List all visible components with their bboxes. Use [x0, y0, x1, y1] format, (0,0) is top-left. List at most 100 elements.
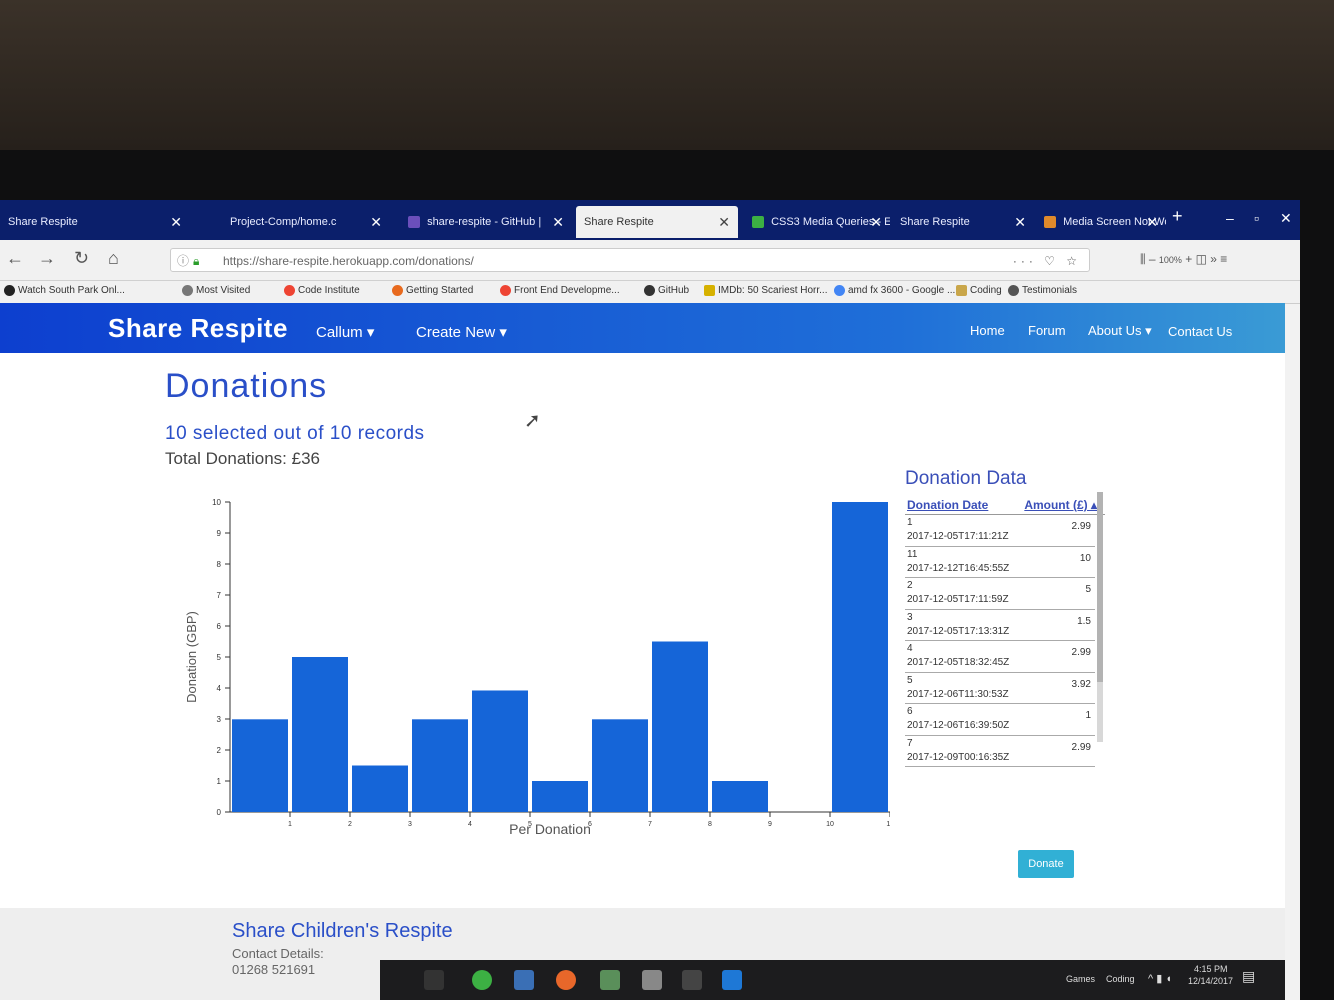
y-axis-label: Donation (GBP): [184, 611, 199, 703]
app-icon[interactable]: [600, 970, 620, 990]
nav-forum[interactable]: Forum: [1028, 323, 1066, 338]
nav-home[interactable]: Home: [970, 323, 1005, 338]
new-tab-button[interactable]: +: [1172, 206, 1183, 227]
site-header: Share Respite Callum ▾ Create New ▾ Home…: [0, 303, 1285, 353]
brand-logo[interactable]: Share Respite: [108, 313, 288, 344]
info-icon[interactable]: ⓘ: [177, 249, 189, 273]
row-id: 4: [907, 643, 913, 654]
bookmark-item[interactable]: Testimonials: [1008, 285, 1077, 296]
bookmark-item[interactable]: Getting Started: [392, 285, 473, 296]
data-table-header: Donation Date Amount (£) ▴: [905, 496, 1105, 515]
forward-icon[interactable]: →: [38, 248, 56, 269]
close-icon[interactable]: ✕: [370, 206, 382, 238]
footer-phone: 01268 521691: [232, 962, 316, 977]
row-date: 2017-12-05T18:32:45Z: [907, 657, 1010, 668]
bookmark-item[interactable]: Watch South Park Onl...: [4, 285, 125, 296]
column-donation-date[interactable]: Donation Date: [907, 498, 988, 512]
zoom-level[interactable]: 100%: [1159, 255, 1182, 265]
y-tick-label: 3: [217, 715, 222, 724]
chart-bar: [472, 690, 528, 812]
close-icon[interactable]: ✕: [718, 206, 730, 238]
x-tick-label: 8: [708, 821, 712, 828]
sidebar-icon[interactable]: ◫: [1196, 252, 1211, 266]
zoom-out-icon[interactable]: –: [1149, 252, 1159, 266]
firefox-icon[interactable]: [556, 970, 576, 990]
column-amount[interactable]: Amount (£) ▴: [1024, 498, 1097, 512]
chart-bar: [652, 641, 708, 812]
explorer-icon[interactable]: [514, 970, 534, 990]
url-text: https://share-respite.herokuapp.com/dona…: [223, 254, 474, 268]
row-id: 11: [907, 548, 918, 560]
close-icon[interactable]: ✕: [1146, 206, 1158, 238]
bookmark-item[interactable]: amd fx 3600 - Google ...: [834, 285, 955, 296]
tray-coding[interactable]: Coding: [1106, 974, 1135, 984]
tray-icons[interactable]: ^ ▮ ◖: [1148, 972, 1172, 985]
close-icon[interactable]: ✕: [1014, 206, 1026, 238]
table-row: 11 2017-12-12T16:45:55Z 10: [905, 547, 1095, 578]
tab-3-active[interactable]: Share Respite ✕: [576, 206, 738, 238]
tab-label: share-respite - GitHub |: [427, 216, 542, 228]
url-bar[interactable]: ⓘ 🔒︎ https://share-respite.herokuapp.com…: [170, 248, 1090, 272]
user-menu[interactable]: Callum ▾: [316, 323, 374, 341]
overflow-icon[interactable]: »: [1210, 252, 1220, 266]
tab-6[interactable]: Media Screen Not Wor ✕: [1036, 206, 1166, 238]
page-actions-icon[interactable]: ··· ♡ ☆: [1013, 249, 1081, 273]
back-icon[interactable]: ←: [6, 248, 24, 269]
close-icon[interactable]: ✕: [170, 206, 182, 238]
close-window-icon[interactable]: ✕: [1280, 210, 1292, 227]
scrollbar-thumb[interactable]: [1097, 492, 1103, 682]
chart-bar: [232, 719, 288, 812]
tray-games[interactable]: Games: [1066, 974, 1095, 984]
y-tick-label: 4: [217, 684, 222, 693]
tab-4[interactable]: CSS3 Media Queries - E ✕: [744, 206, 890, 238]
tab-5[interactable]: Share Respite ✕: [892, 206, 1034, 238]
menu-icon[interactable]: ≡: [1220, 252, 1227, 266]
x-tick-label: 1: [288, 821, 292, 828]
mouse-cursor-icon: ➚: [524, 410, 541, 432]
y-tick-label: 7: [217, 591, 222, 600]
steam-icon[interactable]: [642, 970, 662, 990]
bookmark-folder[interactable]: Coding: [956, 285, 1002, 296]
close-icon[interactable]: ✕: [870, 206, 882, 238]
row-id: 3: [907, 611, 913, 623]
table-scrollbar[interactable]: [1097, 492, 1103, 742]
close-icon[interactable]: ✕: [552, 206, 564, 238]
minimize-icon[interactable]: –: [1226, 210, 1234, 226]
maximize-icon[interactable]: ▫: [1254, 210, 1259, 226]
taskbar: Games Coding ^ ▮ ◖ 4:15 PM 12/14/2017 ▤: [380, 960, 1285, 1000]
row-date: 2017-12-06T16:39:50Z: [907, 720, 1010, 731]
row-id: 6: [907, 706, 913, 717]
data-table-rows: 1 2017-12-05T17:11:21Z 2.99 11 2017-12-12T16…: [905, 515, 1095, 767]
row-date: 2017-12-12T16:45:55Z: [907, 562, 1010, 574]
notifications-icon[interactable]: ▤: [1242, 968, 1255, 985]
window-icon[interactable]: [682, 970, 702, 990]
chart-bar: [352, 765, 408, 812]
lock-icon[interactable]: 🔒︎: [193, 249, 199, 273]
tab-0[interactable]: Share Respite ✕: [0, 206, 190, 238]
tab-1[interactable]: Project-Comp/home.c ✕: [222, 206, 390, 238]
store-icon[interactable]: [722, 970, 742, 990]
row-amount: 2.99: [1071, 741, 1091, 753]
reload-icon[interactable]: ↻: [74, 248, 89, 269]
bookmark-item[interactable]: Front End Developme...: [500, 285, 620, 296]
task-view-icon[interactable]: [424, 970, 444, 990]
bookmark-item[interactable]: GitHub: [644, 285, 689, 296]
zoom-in-icon[interactable]: +: [1185, 252, 1195, 266]
nav-about-us[interactable]: About Us ▾: [1088, 323, 1152, 339]
row-id: 5: [907, 674, 913, 686]
clock-time[interactable]: 4:15 PM: [1194, 964, 1228, 974]
donate-button[interactable]: Donate: [1018, 850, 1074, 878]
create-new-menu[interactable]: Create New ▾: [416, 323, 507, 341]
row-amount: 10: [1079, 552, 1091, 564]
bookmark-item[interactable]: Most Visited: [182, 285, 250, 296]
row-id: 2: [907, 580, 913, 591]
library-icon[interactable]: ⫼: [1140, 252, 1146, 266]
clock-date[interactable]: 12/14/2017: [1188, 976, 1233, 986]
row-amount: 1: [1085, 710, 1091, 721]
tab-2[interactable]: share-respite - GitHub | ✕: [400, 206, 572, 238]
nav-contact-us[interactable]: Contact Us: [1168, 324, 1232, 339]
home-icon[interactable]: ⌂: [108, 248, 119, 269]
spotify-icon[interactable]: [472, 970, 492, 990]
bookmark-item[interactable]: IMDb: 50 Scariest Horr...: [704, 285, 827, 296]
bookmark-item[interactable]: Code Institute: [284, 285, 360, 296]
